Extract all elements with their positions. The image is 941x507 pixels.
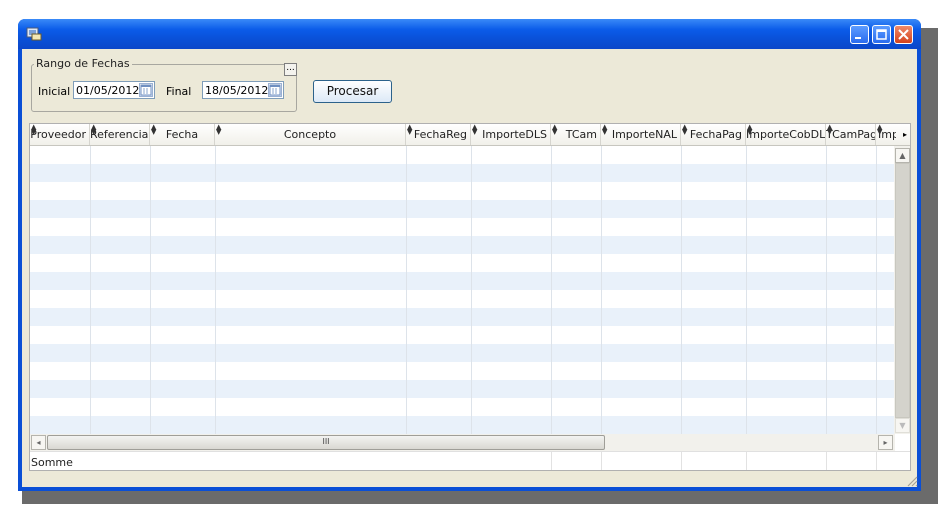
table-row[interactable] bbox=[30, 272, 895, 290]
sort-icon: ▲ ▼ bbox=[407, 124, 413, 136]
sort-icon: ▲ ▼ bbox=[682, 124, 688, 136]
vertical-scrollbar[interactable]: ▲ ▼ bbox=[894, 146, 910, 434]
table-row[interactable] bbox=[30, 146, 895, 164]
column-header[interactable]: ▲ ▼ ImporteNAL bbox=[601, 124, 681, 145]
grid-footer: Somme bbox=[30, 451, 910, 470]
scroll-grip-icon: III bbox=[322, 437, 330, 446]
column-header[interactable]: ▲ ▼ Fecha bbox=[150, 124, 215, 145]
minimize-icon bbox=[855, 37, 861, 39]
calendar-grid-icon bbox=[140, 84, 152, 96]
column-divider bbox=[601, 146, 602, 434]
table-row[interactable] bbox=[30, 182, 895, 200]
scroll-columns-right-icon[interactable]: ▸ bbox=[899, 124, 910, 145]
table-row[interactable] bbox=[30, 326, 895, 344]
table-row[interactable] bbox=[30, 308, 895, 326]
start-date-label: Inicial bbox=[38, 85, 71, 98]
footer-divider bbox=[551, 452, 552, 470]
table-row[interactable] bbox=[30, 236, 895, 254]
footer-divider bbox=[681, 452, 682, 470]
close-button[interactable] bbox=[894, 25, 913, 44]
column-divider bbox=[551, 146, 552, 434]
scroll-up-button[interactable]: ▲ bbox=[895, 148, 910, 163]
footer-total-label: Somme bbox=[31, 456, 73, 469]
data-grid: ▲ ▼ Proveedor ▲ ▼ Referencia ▲ ▼ Fecha ▲ ▼ C… bbox=[29, 123, 911, 471]
maximize-icon bbox=[876, 29, 887, 40]
sort-icon: ▲ ▼ bbox=[552, 124, 558, 136]
column-header[interactable]: ▲ ▼ Proveedor bbox=[30, 124, 90, 145]
column-header[interactable]: ▲ ▼ FechaPag bbox=[681, 124, 746, 145]
process-button[interactable]: Procesar bbox=[313, 80, 392, 103]
close-icon bbox=[898, 29, 909, 40]
start-date-field[interactable]: 01/05/2012 bbox=[73, 81, 155, 99]
sort-icon: ▲ ▼ bbox=[31, 124, 37, 136]
column-divider bbox=[150, 146, 151, 434]
maximize-button[interactable] bbox=[872, 25, 891, 44]
column-divider bbox=[90, 146, 91, 434]
title-bar[interactable] bbox=[18, 19, 921, 49]
sort-icon: ▲ ▼ bbox=[747, 124, 753, 136]
footer-divider bbox=[876, 452, 877, 470]
column-divider bbox=[876, 146, 877, 434]
column-header[interactable]: ▲ ▼ FechaReg bbox=[406, 124, 471, 145]
end-date-value: 18/05/2012 bbox=[205, 84, 269, 97]
column-divider bbox=[681, 146, 682, 434]
calendar-grid-icon bbox=[269, 84, 281, 96]
scroll-right-button[interactable]: ▸ bbox=[878, 435, 893, 450]
column-header[interactable]: ▲ ▼ TCam bbox=[551, 124, 601, 145]
table-row[interactable] bbox=[30, 344, 895, 362]
table-row[interactable] bbox=[30, 218, 895, 236]
table-row[interactable] bbox=[30, 254, 895, 272]
end-date-label: Final bbox=[166, 85, 192, 98]
resize-grip-icon[interactable] bbox=[906, 475, 918, 487]
app-icon bbox=[26, 27, 42, 41]
column-header[interactable]: ▲ ▼ Concepto bbox=[215, 124, 406, 145]
table-row[interactable] bbox=[30, 200, 895, 218]
table-row[interactable] bbox=[30, 398, 895, 416]
table-row[interactable] bbox=[30, 290, 895, 308]
column-divider bbox=[406, 146, 407, 434]
horizontal-scroll-thumb[interactable]: III bbox=[47, 435, 605, 450]
table-row[interactable] bbox=[30, 362, 895, 380]
footer-divider bbox=[746, 452, 747, 470]
column-header[interactable]: ▲ ▼ Referencia bbox=[90, 124, 150, 145]
column-divider bbox=[471, 146, 472, 434]
horizontal-scrollbar[interactable]: ◂ III ▸ bbox=[30, 434, 895, 451]
sort-icon: ▲ ▼ bbox=[151, 124, 157, 136]
end-date-field[interactable]: 18/05/2012 bbox=[202, 81, 284, 99]
sort-icon: ▲ ▼ bbox=[216, 124, 222, 136]
column-divider bbox=[215, 146, 216, 434]
calendar-icon[interactable] bbox=[268, 83, 282, 97]
grid-header: ▲ ▼ Proveedor ▲ ▼ Referencia ▲ ▼ Fecha ▲ ▼ C… bbox=[30, 124, 910, 146]
grid-rows bbox=[30, 146, 895, 434]
sort-icon: ▲ ▼ bbox=[91, 124, 97, 136]
column-divider bbox=[746, 146, 747, 434]
table-row[interactable] bbox=[30, 416, 895, 434]
vertical-scroll-thumb[interactable] bbox=[895, 163, 910, 418]
sort-icon: ▲ ▼ bbox=[827, 124, 833, 136]
sort-icon: ▲ ▼ bbox=[877, 124, 883, 136]
column-divider bbox=[826, 146, 827, 434]
column-header[interactable]: ▲ ▼ TCamPag bbox=[826, 124, 876, 145]
column-header[interactable]: ▲▼ Imp bbox=[876, 124, 896, 145]
column-header[interactable]: ▲ ▼ ImporteCobDLS bbox=[746, 124, 826, 145]
footer-divider bbox=[601, 452, 602, 470]
calendar-icon[interactable] bbox=[139, 83, 153, 97]
column-header[interactable]: ▲ ▼ ImporteDLS bbox=[471, 124, 551, 145]
ellipsis-button[interactable]: ... bbox=[284, 63, 297, 76]
start-date-value: 01/05/2012 bbox=[76, 84, 140, 97]
minimize-button[interactable] bbox=[850, 25, 869, 44]
date-range-legend: Rango de Fechas bbox=[34, 57, 132, 70]
sort-icon: ▲ ▼ bbox=[602, 124, 608, 136]
scroll-down-button[interactable]: ▼ bbox=[895, 418, 910, 433]
table-row[interactable] bbox=[30, 164, 895, 182]
scroll-left-button[interactable]: ◂ bbox=[31, 435, 46, 450]
footer-divider bbox=[826, 452, 827, 470]
table-row[interactable] bbox=[30, 380, 895, 398]
sort-icon: ▲ ▼ bbox=[472, 124, 478, 136]
